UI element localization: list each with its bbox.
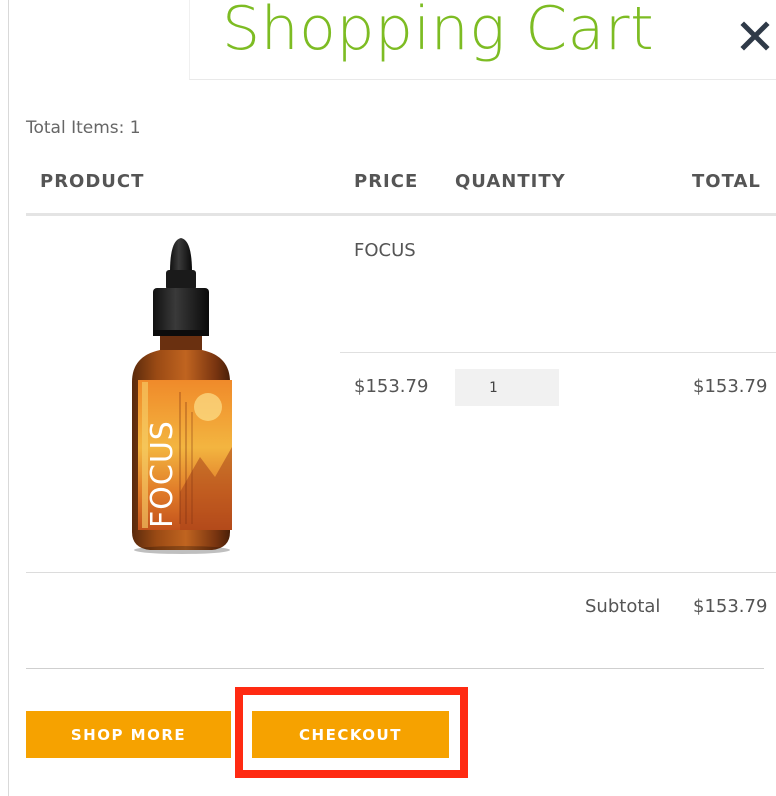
checkout-button[interactable]: CHECKOUT [252,711,449,758]
product-image[interactable]: FOCUS [120,232,250,557]
dropper-bottle-image: FOCUS [132,238,232,554]
shop-more-button[interactable]: SHOP MORE [26,711,231,758]
close-icon [740,21,770,51]
product-price: $153.79 [354,376,429,397]
subtotal-label: Subtotal [585,596,661,617]
footer-divider [26,668,764,669]
column-header-price: PRICE [354,171,419,192]
row-divider [340,352,776,353]
quantity-input[interactable] [455,369,559,406]
table-header-divider [26,213,776,216]
svg-text:FOCUS: FOCUS [145,420,180,528]
column-header-quantity: QUANTITY [455,171,566,192]
column-header-total: TOTAL [692,171,761,192]
total-items-count: Total Items: 1 [26,118,141,138]
modal-left-border [8,0,9,796]
close-button[interactable] [738,16,776,60]
modal-title: Shopping Cart [222,0,655,64]
column-header-product: PRODUCT [40,171,145,192]
line-total: $153.79 [693,376,768,397]
product-name[interactable]: FOCUS [354,240,416,261]
items-divider [26,572,776,573]
subtotal-value: $153.79 [693,596,768,617]
